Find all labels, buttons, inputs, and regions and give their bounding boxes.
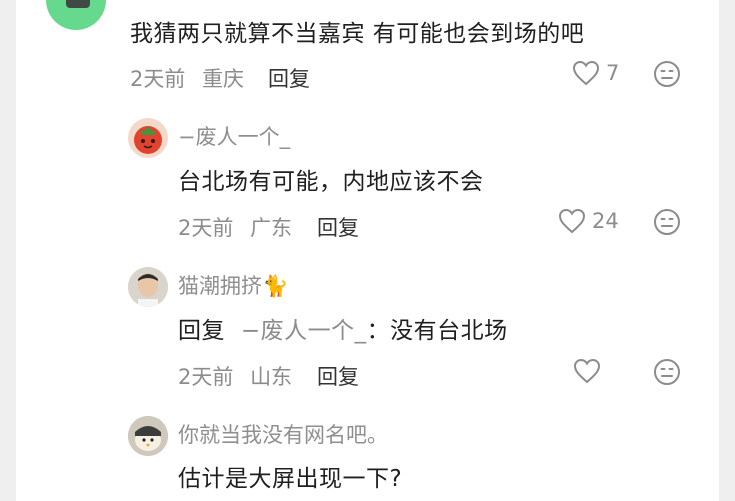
reply-target-nickname[interactable]: −废人一个_ xyxy=(241,318,367,344)
dislike-button[interactable] xyxy=(653,208,681,236)
reply-time: 2天前 xyxy=(178,216,234,240)
like-button[interactable]: 7 xyxy=(572,60,619,86)
unhappy-face-icon xyxy=(654,209,680,235)
person-photo-icon xyxy=(128,267,168,307)
comment-text: 我猜两只就算不当嘉宾 有可能也会到场的吧 xyxy=(130,21,585,47)
avatar[interactable] xyxy=(128,416,168,456)
dislike-button[interactable] xyxy=(653,358,681,386)
reply-location: 山东 xyxy=(250,365,293,389)
reply-text: 台北场有可能，内地应该不会 xyxy=(178,169,484,195)
reply-button[interactable]: 回复 xyxy=(317,361,359,391)
avatar[interactable] xyxy=(128,118,168,158)
unhappy-face-icon xyxy=(654,359,680,385)
like-button[interactable] xyxy=(573,358,607,384)
reply-text: 估计是大屏出现一下? xyxy=(178,466,403,492)
comment-panel: 我猜两只就算不当嘉宾 有可能也会到场的吧 2天前 重庆 回复 7 −废人一个_ … xyxy=(16,0,719,501)
heart-outline-icon xyxy=(558,208,586,234)
avatar[interactable] xyxy=(46,0,106,30)
like-count: 24 xyxy=(592,209,619,233)
reply-button[interactable]: 回复 xyxy=(317,212,359,242)
reply-nickname[interactable]: 猫潮拥挤🐈 xyxy=(178,270,288,300)
reply-text: 回复 −废人一个_：没有台北场 xyxy=(178,311,508,345)
comment-time: 2天前 xyxy=(130,67,186,91)
tomato-icon xyxy=(134,126,162,154)
reply-location: 广东 xyxy=(250,216,293,240)
comment-location: 重庆 xyxy=(202,67,245,91)
dislike-button[interactable] xyxy=(653,60,681,88)
like-button[interactable]: 24 xyxy=(558,208,619,234)
chick-icon xyxy=(128,416,168,456)
heart-outline-icon xyxy=(572,60,600,86)
reply-meta: 2天前 山东 xyxy=(178,361,292,391)
reply-button[interactable]: 回复 xyxy=(268,63,310,93)
unhappy-face-icon xyxy=(654,61,680,87)
reply-nickname[interactable]: −废人一个_ xyxy=(178,121,290,151)
reply-separator: ： xyxy=(366,318,391,344)
comment-meta: 2天前 重庆 xyxy=(130,63,244,93)
reply-meta: 2天前 广东 xyxy=(178,212,292,242)
reply-body: 没有台北场 xyxy=(390,318,508,344)
like-count: 7 xyxy=(606,61,620,85)
reply-time: 2天前 xyxy=(178,365,234,389)
avatar[interactable] xyxy=(128,267,168,307)
heart-outline-icon xyxy=(573,358,601,384)
reply-nickname[interactable]: 你就当我没有网名吧。 xyxy=(178,419,388,449)
reply-prefix: 回复 xyxy=(178,318,225,344)
